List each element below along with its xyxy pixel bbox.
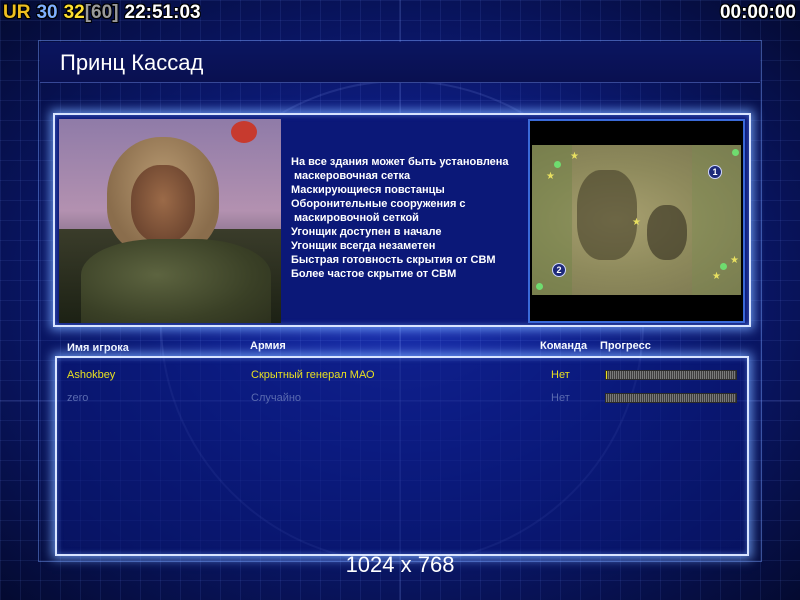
portrait-face bbox=[131, 165, 195, 243]
star-icon: ★ bbox=[546, 171, 555, 182]
trait-line: Угонщик всегда незаметен bbox=[291, 240, 436, 252]
title-bar: Принц Кассад bbox=[40, 42, 760, 83]
trait-line: Угонщик доступен в начале bbox=[291, 226, 442, 238]
fps-limit: [60] bbox=[84, 2, 119, 23]
trait-line: Быстрая готовность скрытия от СВМ bbox=[291, 254, 496, 266]
supply-icon bbox=[720, 263, 727, 270]
general-name-title: Принц Кассад bbox=[60, 50, 204, 75]
supply-icon bbox=[732, 149, 739, 156]
supply-icon bbox=[554, 161, 561, 168]
map-terrain bbox=[577, 170, 637, 260]
map-image: ★ ★ ★ ★ ★ 1 2 bbox=[532, 145, 741, 295]
player-name: zero bbox=[67, 392, 89, 404]
star-icon: ★ bbox=[730, 255, 739, 266]
fps-value: 30 bbox=[36, 2, 58, 23]
resolution-label: 1024 x 768 bbox=[345, 552, 455, 577]
star-icon: ★ bbox=[712, 271, 721, 282]
portrait-sun bbox=[231, 121, 257, 143]
general-info-panel: На все здания может быть установлена мас… bbox=[53, 113, 751, 327]
player-name: Ashokbey bbox=[67, 369, 116, 381]
column-header-army: Армия bbox=[250, 340, 286, 352]
general-traits-list: На все здания может быть установлена мас… bbox=[291, 155, 531, 281]
trait-line: Маскирующиеся повстанцы bbox=[291, 184, 445, 196]
map-terrain bbox=[647, 205, 687, 260]
trait-line: маскировочной сеткой bbox=[291, 212, 419, 224]
ur-label: UR bbox=[3, 2, 31, 23]
star-icon: ★ bbox=[632, 217, 641, 228]
column-header-progress: Прогресс bbox=[600, 340, 651, 352]
game-timer: 00:00:00 bbox=[719, 2, 796, 23]
supply-icon bbox=[536, 283, 543, 290]
players-panel: Ashokbey Скрытный генерал МАО Нет zero С… bbox=[55, 356, 749, 556]
column-header-team: Команда bbox=[540, 340, 588, 352]
player-team: Нет bbox=[551, 369, 570, 381]
fps-overlay: UR 30 32[60] 22:51:03 bbox=[3, 0, 207, 26]
trait-line: Оборонительные сооружения с bbox=[291, 198, 466, 210]
player-progress-bar bbox=[605, 393, 737, 403]
start-position-marker[interactable]: 1 bbox=[708, 165, 722, 179]
player-progress-bar bbox=[605, 370, 737, 380]
map-preview: ★ ★ ★ ★ ★ 1 2 bbox=[528, 119, 745, 323]
trait-line: маскеровочная сетка bbox=[291, 170, 411, 182]
trait-line: Более частое скрытие от СВМ bbox=[291, 268, 457, 280]
start-position-marker[interactable]: 2 bbox=[552, 263, 566, 277]
player-army: Скрытный генерал МАО bbox=[251, 369, 375, 381]
portrait-body bbox=[81, 239, 271, 323]
player-army: Случайно bbox=[251, 392, 302, 404]
star-icon: ★ bbox=[570, 151, 579, 162]
player-team: Нет bbox=[551, 392, 570, 404]
player-row: zero Случайно Нет bbox=[57, 389, 747, 409]
general-portrait bbox=[59, 119, 281, 323]
player-row: Ashokbey Скрытный генерал МАО Нет bbox=[57, 366, 747, 386]
fps-current: 32 bbox=[63, 2, 85, 23]
progress-fill bbox=[606, 371, 608, 379]
column-header-player: Имя игрока bbox=[67, 342, 129, 354]
trait-line: На все здания может быть установлена bbox=[291, 156, 509, 168]
clock: 22:51:03 bbox=[124, 2, 201, 23]
